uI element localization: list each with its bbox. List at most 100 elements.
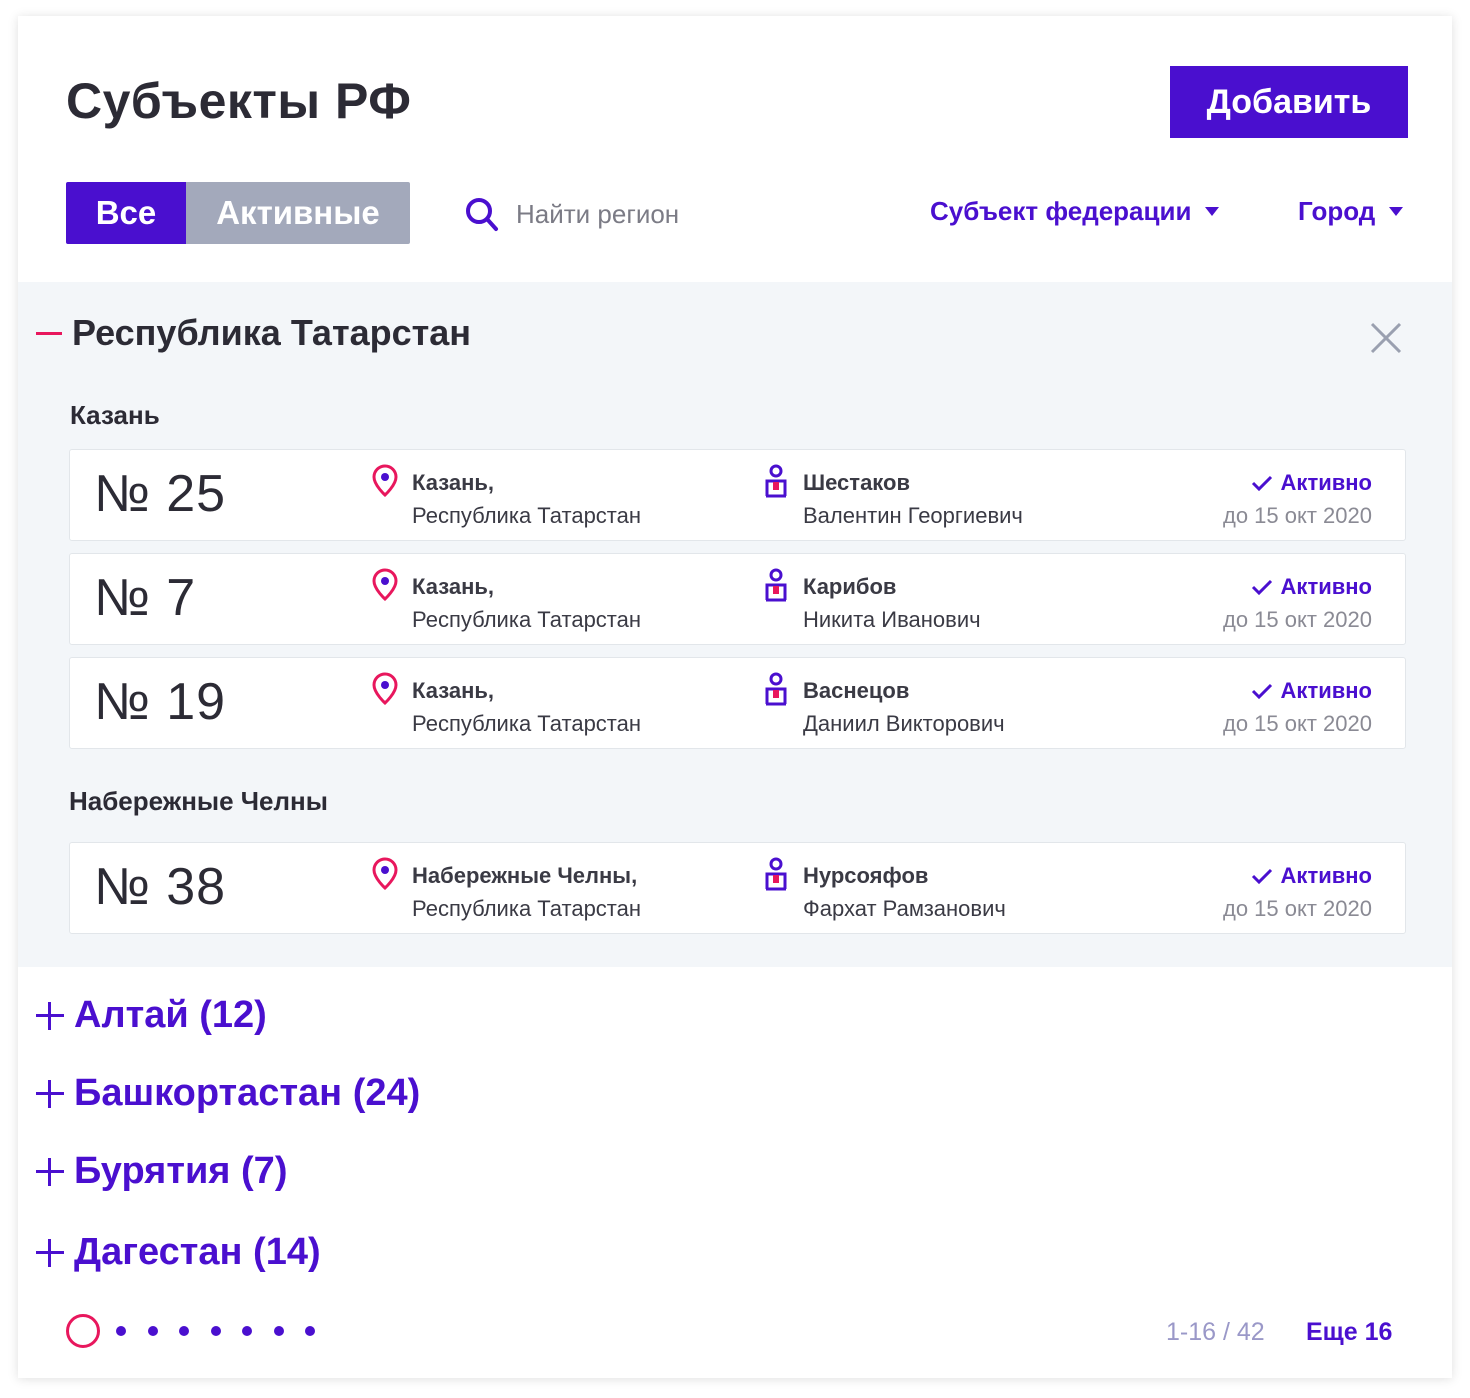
card-number: № 19 [94, 673, 227, 731]
region-row-bashkortostan[interactable]: Башкортастан (24) [36, 1072, 420, 1115]
pagination-range: 1-16 / 42 [1166, 1318, 1265, 1346]
plus-icon[interactable] [36, 1079, 64, 1108]
check-icon [1251, 475, 1272, 491]
page-dot[interactable] [116, 1326, 126, 1336]
check-icon [1251, 683, 1272, 699]
filter-tabs: Все Активные [66, 182, 410, 244]
region-header[interactable]: Республика Татарстан [36, 312, 471, 354]
card-status: Активно до 15 окт 2020 [1223, 674, 1372, 740]
plus-icon[interactable] [36, 1157, 64, 1186]
person-surname: Карибов [803, 574, 897, 599]
region-row-buryatia[interactable]: Бурятия (7) [36, 1150, 287, 1193]
card-person: Шестаков Валентин Георгиевич [803, 466, 1023, 532]
expanded-region: Республика Татарстан Казань № 25 Казань,… [18, 282, 1452, 967]
search-box [464, 194, 816, 234]
status-label: Активно [1280, 574, 1372, 599]
close-icon[interactable] [1368, 320, 1404, 356]
page-dot[interactable] [179, 1326, 189, 1336]
add-button[interactable]: Добавить [1170, 66, 1408, 138]
status-label: Активно [1280, 863, 1372, 888]
tab-all[interactable]: Все [66, 182, 186, 244]
region-row-altai[interactable]: Алтай (12) [36, 994, 267, 1037]
region-row-dagestan[interactable]: Дагестан (14) [36, 1231, 321, 1274]
card-status: Активно до 15 окт 2020 [1223, 570, 1372, 636]
person-name: Никита Иванович [803, 607, 981, 632]
city-dropdown-label: Город [1298, 196, 1376, 226]
person-icon [765, 672, 787, 706]
person-icon [765, 857, 787, 891]
region-label: Дагестан (14) [74, 1231, 321, 1273]
location-region: Республика Татарстан [412, 503, 642, 528]
location-region: Республика Татарстан [412, 607, 642, 632]
location-city: Казань, [412, 574, 495, 599]
tab-active[interactable]: Активные [186, 182, 410, 244]
page-dot[interactable] [273, 1326, 284, 1336]
pagination-dots [66, 1314, 337, 1348]
person-name: Даниил Викторович [803, 711, 1005, 736]
status-label: Активно [1280, 470, 1372, 495]
status-date: до 15 окт 2020 [1222, 896, 1372, 921]
location-region: Республика Татарстан [412, 896, 642, 921]
page-dot-current[interactable] [66, 1314, 100, 1348]
card-person: Карибов Никита Иванович [803, 570, 981, 636]
location-pin-icon [372, 672, 398, 706]
search-icon[interactable] [464, 194, 500, 234]
page-title: Субъекты РФ [66, 73, 412, 129]
card-status: Активно до 15 окт 2020 [1223, 859, 1372, 925]
card-location: Казань, Республика Татарстан [412, 674, 641, 740]
status-date: до 15 окт 2020 [1222, 711, 1372, 736]
subject-dropdown[interactable]: Субъект федерации [930, 196, 1220, 227]
card-status: Активно до 15 окт 2020 [1223, 466, 1372, 532]
person-name: Фархат Рамзанович [803, 896, 1006, 921]
status-date: до 15 окт 2020 [1222, 503, 1372, 528]
card-location: Казань, Республика Татарстан [412, 466, 641, 532]
location-region: Республика Татарстан [412, 711, 642, 736]
card-number: № 7 [94, 569, 197, 627]
person-surname: Нурсояфов [803, 863, 929, 888]
location-pin-icon [372, 464, 398, 498]
card-location: Набережные Челны, Республика Татарстан [412, 859, 641, 925]
card-number: № 38 [94, 858, 227, 916]
page-dot[interactable] [210, 1326, 221, 1336]
subject-dropdown-label: Субъект федерации [930, 196, 1192, 226]
city-group-title: Набережные Челны [69, 786, 328, 816]
person-surname: Васнецов [803, 678, 910, 703]
region-label: Бурятия (7) [74, 1150, 288, 1192]
city-group-title: Казань [70, 400, 160, 430]
location-city: Набережные Челны, [412, 863, 638, 888]
caret-down-icon [1205, 207, 1220, 216]
station-card[interactable]: № 25 Казань, Республика Татарстан Шестак… [69, 449, 1406, 541]
search-input[interactable] [516, 198, 816, 230]
location-pin-icon [372, 857, 398, 891]
check-icon [1251, 579, 1272, 595]
location-pin-icon [372, 568, 398, 602]
person-icon [765, 464, 787, 498]
station-card[interactable]: № 19 Казань, Республика Татарстан Васнец… [69, 657, 1406, 749]
plus-icon[interactable] [36, 1001, 64, 1030]
location-city: Казань, [412, 678, 495, 703]
page-dot[interactable] [305, 1326, 315, 1336]
regions-panel: Субъекты РФ Добавить Все Активные Субъек… [18, 16, 1452, 1378]
person-icon [765, 568, 787, 602]
card-location: Казань, Республика Татарстан [412, 570, 641, 636]
city-dropdown[interactable]: Город [1298, 196, 1404, 227]
card-person: Васнецов Даниил Викторович [803, 674, 1005, 740]
region-title: Республика Татарстан [72, 312, 472, 353]
plus-icon[interactable] [36, 1238, 64, 1267]
status-label: Активно [1280, 678, 1372, 703]
region-label: Алтай (12) [74, 994, 267, 1036]
location-city: Казань, [412, 470, 495, 495]
person-name: Валентин Георгиевич [803, 503, 1023, 528]
station-card[interactable]: № 7 Казань, Республика Татарстан Карибов… [69, 553, 1406, 645]
station-card[interactable]: № 38 Набережные Челны, Республика Татарс… [69, 842, 1406, 934]
minus-icon[interactable] [36, 331, 62, 335]
caret-down-icon [1389, 207, 1404, 216]
page-dot[interactable] [147, 1326, 158, 1336]
region-label: Башкортастан (24) [74, 1072, 421, 1114]
card-number: № 25 [94, 465, 227, 523]
status-date: до 15 окт 2020 [1222, 607, 1372, 632]
card-person: Нурсояфов Фархат Рамзанович [803, 859, 1006, 925]
check-icon [1251, 868, 1272, 884]
load-more-link[interactable]: Еще 16 [1306, 1318, 1392, 1347]
page-dot[interactable] [242, 1326, 252, 1336]
